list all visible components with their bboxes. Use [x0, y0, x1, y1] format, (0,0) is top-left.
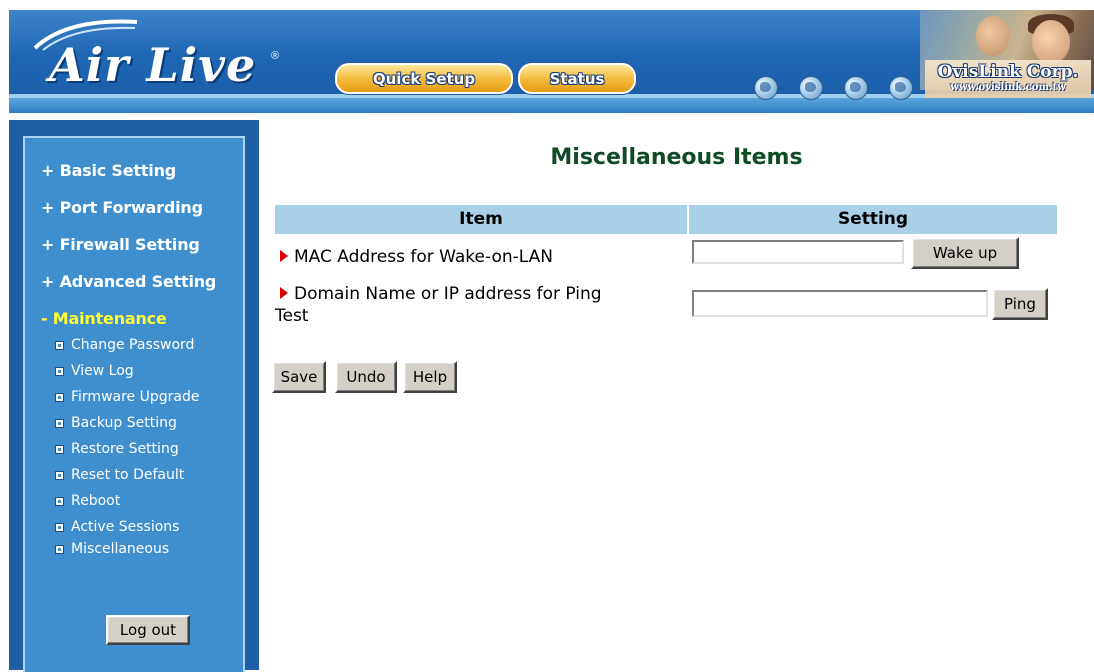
corp-name: OvisLink Corp. — [937, 62, 1079, 82]
bullet-icon — [55, 545, 64, 554]
ping-label-line2: Test — [275, 306, 309, 326]
sidebar-item-label: Firmware Upgrade — [71, 389, 200, 405]
globe-icon — [799, 76, 823, 100]
sidebar-item-miscellaneous[interactable]: Miscellaneous — [55, 541, 170, 557]
menu-firewall-setting[interactable]: + Firewall Setting — [41, 235, 200, 254]
quick-setup-label: Quick Setup — [372, 69, 476, 88]
sidebar-item-label: Backup Setting — [71, 415, 177, 431]
sidebar-item-label: Active Sessions — [71, 519, 180, 535]
status-button[interactable]: Status — [518, 63, 636, 94]
header: Air Live ® Quick Setup Status OvisLink C… — [0, 0, 1094, 120]
help-button[interactable]: Help — [403, 361, 457, 393]
ping-host-input[interactable] — [692, 290, 988, 317]
menu-maintenance[interactable]: - Maintenance — [41, 309, 167, 328]
undo-button[interactable]: Undo — [335, 361, 397, 393]
page-title: Miscellaneous Items — [550, 145, 803, 170]
bullet-icon — [55, 419, 64, 428]
bullet-icon — [55, 497, 64, 506]
wake-up-button[interactable]: Wake up — [911, 237, 1019, 269]
banner-bottom-bar — [9, 98, 1094, 113]
save-button[interactable]: Save — [272, 361, 326, 393]
menu-advanced-setting[interactable]: + Advanced Setting — [41, 272, 216, 291]
ping-button[interactable]: Ping — [992, 288, 1048, 320]
sidebar-item-label: Change Password — [71, 337, 195, 353]
column-header-setting: Setting — [689, 205, 1057, 234]
bullet-icon — [55, 445, 64, 454]
sidebar-item-reset-to-default[interactable]: Reset to Default — [55, 467, 185, 483]
sidebar-item-label: Reboot — [71, 493, 121, 509]
corp-url: www.ovislink.com.tw — [950, 82, 1066, 93]
globe-icon — [844, 76, 868, 100]
bullet-icon — [55, 393, 64, 402]
menu-port-forwarding[interactable]: + Port Forwarding — [41, 198, 203, 217]
column-header-item: Item — [275, 205, 687, 234]
sidebar-item-backup-setting[interactable]: Backup Setting — [55, 415, 177, 431]
sidebar-item-reboot[interactable]: Reboot — [55, 493, 121, 509]
sidebar-item-label: View Log — [71, 363, 134, 379]
sidebar-menu-panel: + Basic Setting + Port Forwarding + Fire… — [23, 136, 245, 672]
photo-person — [976, 16, 1010, 56]
red-arrow-icon — [280, 287, 288, 299]
mac-address-input[interactable] — [692, 240, 904, 264]
status-label: Status — [549, 69, 605, 88]
sidebar-item-label: Restore Setting — [71, 441, 179, 457]
sidebar-item-change-password[interactable]: Change Password — [55, 337, 195, 353]
red-arrow-icon — [280, 250, 288, 262]
menu-basic-setting[interactable]: + Basic Setting — [41, 161, 176, 180]
bullet-icon — [55, 471, 64, 480]
airlive-logo: Air Live — [49, 38, 257, 92]
bullet-icon — [55, 523, 64, 532]
quick-setup-button[interactable]: Quick Setup — [335, 63, 513, 94]
photo-person — [1032, 20, 1070, 64]
sidebar-item-label: Reset to Default — [71, 467, 185, 483]
sidebar: + Basic Setting + Port Forwarding + Fire… — [9, 120, 259, 672]
wol-label-text: MAC Address for Wake-on-LAN — [294, 247, 553, 267]
bullet-icon — [55, 367, 64, 376]
sidebar-item-firmware-upgrade[interactable]: Firmware Upgrade — [55, 389, 200, 405]
registered-mark: ® — [271, 50, 280, 62]
sidebar-item-active-sessions[interactable]: Active Sessions — [55, 519, 180, 535]
logout-button[interactable]: Log out — [106, 615, 190, 645]
wol-row-label: MAC Address for Wake-on-LAN — [275, 246, 553, 268]
sidebar-item-label: Miscellaneous — [71, 541, 170, 557]
ping-label-line1: Domain Name or IP address for Ping — [294, 284, 602, 304]
globe-icon — [754, 76, 778, 100]
corp-brand: OvisLink Corp. www.ovislink.com.tw — [925, 60, 1091, 98]
ping-row-label: Domain Name or IP address for Ping Test — [275, 283, 675, 327]
bullet-icon — [55, 341, 64, 350]
globe-icon — [889, 76, 913, 100]
sidebar-item-view-log[interactable]: View Log — [55, 363, 134, 379]
sidebar-item-restore-setting[interactable]: Restore Setting — [55, 441, 179, 457]
